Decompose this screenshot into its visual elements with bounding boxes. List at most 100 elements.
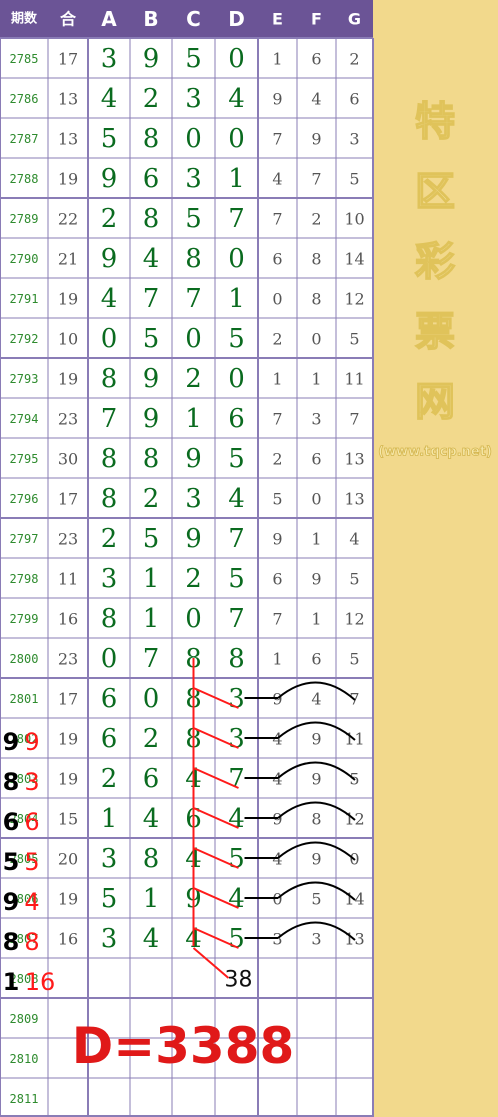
main-digit: 2 xyxy=(185,564,202,594)
main-digit: 6 xyxy=(143,164,160,194)
sum-value: 15 xyxy=(58,810,78,829)
main-digit: 8 xyxy=(101,604,118,634)
extra-value: 3 xyxy=(349,130,359,149)
main-digit: 7 xyxy=(101,404,118,434)
sum-value: 20 xyxy=(58,850,78,869)
main-digit: 2 xyxy=(101,764,118,794)
main-digit: 5 xyxy=(101,124,118,154)
brand-char: 网 xyxy=(415,379,455,425)
extra-value: 9 xyxy=(311,730,321,749)
extra-value: 4 xyxy=(311,690,321,709)
extra-value: 6 xyxy=(311,50,321,69)
main-digit: 7 xyxy=(228,524,245,554)
annotation-red: 6 xyxy=(24,808,39,836)
annotation-black: 9 xyxy=(3,888,20,916)
extra-value: 8 xyxy=(311,290,321,309)
annotation-red: 5 xyxy=(24,848,39,876)
issue-number: 2788 xyxy=(10,172,39,186)
issue-number: 2790 xyxy=(10,252,39,266)
extra-value: 5 xyxy=(349,570,359,589)
extra-value: 1 xyxy=(272,50,282,69)
extra-value: 2 xyxy=(311,210,321,229)
issue-number: 2810 xyxy=(10,1052,39,1066)
sum-value: 30 xyxy=(58,450,78,469)
main-digit: 3 xyxy=(101,844,118,874)
main-digit: 2 xyxy=(101,204,118,234)
extra-value: 1 xyxy=(311,530,321,549)
main-digit: 8 xyxy=(143,204,160,234)
main-digit: 1 xyxy=(228,284,245,314)
sum-value: 19 xyxy=(58,290,78,309)
main-digit: 4 xyxy=(143,804,160,834)
annotation-red: 8 xyxy=(24,928,39,956)
main-digit: 9 xyxy=(101,164,118,194)
extra-value: 2 xyxy=(349,50,359,69)
extra-value: 6 xyxy=(311,450,321,469)
trend-line-diagonal xyxy=(192,947,230,979)
sum-value: 17 xyxy=(58,50,78,69)
main-digit: 0 xyxy=(228,44,245,74)
extra-value: 0 xyxy=(311,330,321,349)
extra-value: 4 xyxy=(311,90,321,109)
sum-value: 19 xyxy=(58,170,78,189)
main-digit: 8 xyxy=(228,644,245,674)
extra-value: 13 xyxy=(344,450,364,469)
extra-value: 10 xyxy=(344,210,364,229)
main-digit: 2 xyxy=(185,364,202,394)
annotation-black: 1 xyxy=(3,968,20,996)
main-digit: 8 xyxy=(101,364,118,394)
main-digit: 8 xyxy=(101,484,118,514)
annotation-red: 4 xyxy=(24,888,39,916)
sum-value: 17 xyxy=(58,490,78,509)
main-digit: 4 xyxy=(228,484,245,514)
extra-value: 5 xyxy=(349,650,359,669)
main-digit: 5 xyxy=(143,524,160,554)
annotation-red: 16 xyxy=(25,968,56,996)
extra-value: 12 xyxy=(344,290,364,309)
total-label: 38 xyxy=(225,968,253,993)
extra-value: 9 xyxy=(311,570,321,589)
annotation-black: 6 xyxy=(3,808,20,836)
main-digit: 6 xyxy=(101,684,118,714)
main-digit: 2 xyxy=(143,84,160,114)
annotation-black: 5 xyxy=(3,848,20,876)
sum-value: 23 xyxy=(58,650,78,669)
extra-value: 7 xyxy=(272,410,282,429)
issue-number: 2794 xyxy=(10,412,39,426)
extra-value: 2 xyxy=(272,450,282,469)
sum-value: 19 xyxy=(58,730,78,749)
annotation-black: 8 xyxy=(3,928,20,956)
extra-value: 6 xyxy=(272,250,282,269)
column-header: 合 xyxy=(60,10,77,29)
main-digit: 1 xyxy=(143,884,160,914)
main-digit: 8 xyxy=(143,444,160,474)
extra-value: 9 xyxy=(272,530,282,549)
main-digit: 1 xyxy=(143,604,160,634)
extra-value: 9 xyxy=(311,770,321,789)
sum-value: 19 xyxy=(58,370,78,389)
column-header: E xyxy=(272,10,283,29)
main-digit: 2 xyxy=(143,724,160,754)
main-digit: 5 xyxy=(185,204,202,234)
brand-panel xyxy=(373,0,498,1117)
main-digit: 4 xyxy=(228,84,245,114)
main-digit: 2 xyxy=(143,484,160,514)
main-digit: 7 xyxy=(228,764,245,794)
extra-value: 5 xyxy=(272,490,282,509)
extra-value: 7 xyxy=(272,610,282,629)
main-digit: 5 xyxy=(228,844,245,874)
main-digit: 5 xyxy=(143,324,160,354)
main-digit: 9 xyxy=(143,44,160,74)
main-digit: 1 xyxy=(228,164,245,194)
extra-value: 5 xyxy=(311,890,321,909)
annotation-red: 3 xyxy=(24,768,39,796)
issue-number: 2797 xyxy=(10,532,39,546)
main-digit: 0 xyxy=(101,644,118,674)
main-digit: 9 xyxy=(185,524,202,554)
sum-value: 21 xyxy=(58,250,78,269)
main-digit: 6 xyxy=(228,404,245,434)
column-header: A xyxy=(101,7,117,31)
extra-value: 3 xyxy=(311,930,321,949)
issue-number: 2809 xyxy=(10,1012,39,1026)
extra-value: 1 xyxy=(311,610,321,629)
